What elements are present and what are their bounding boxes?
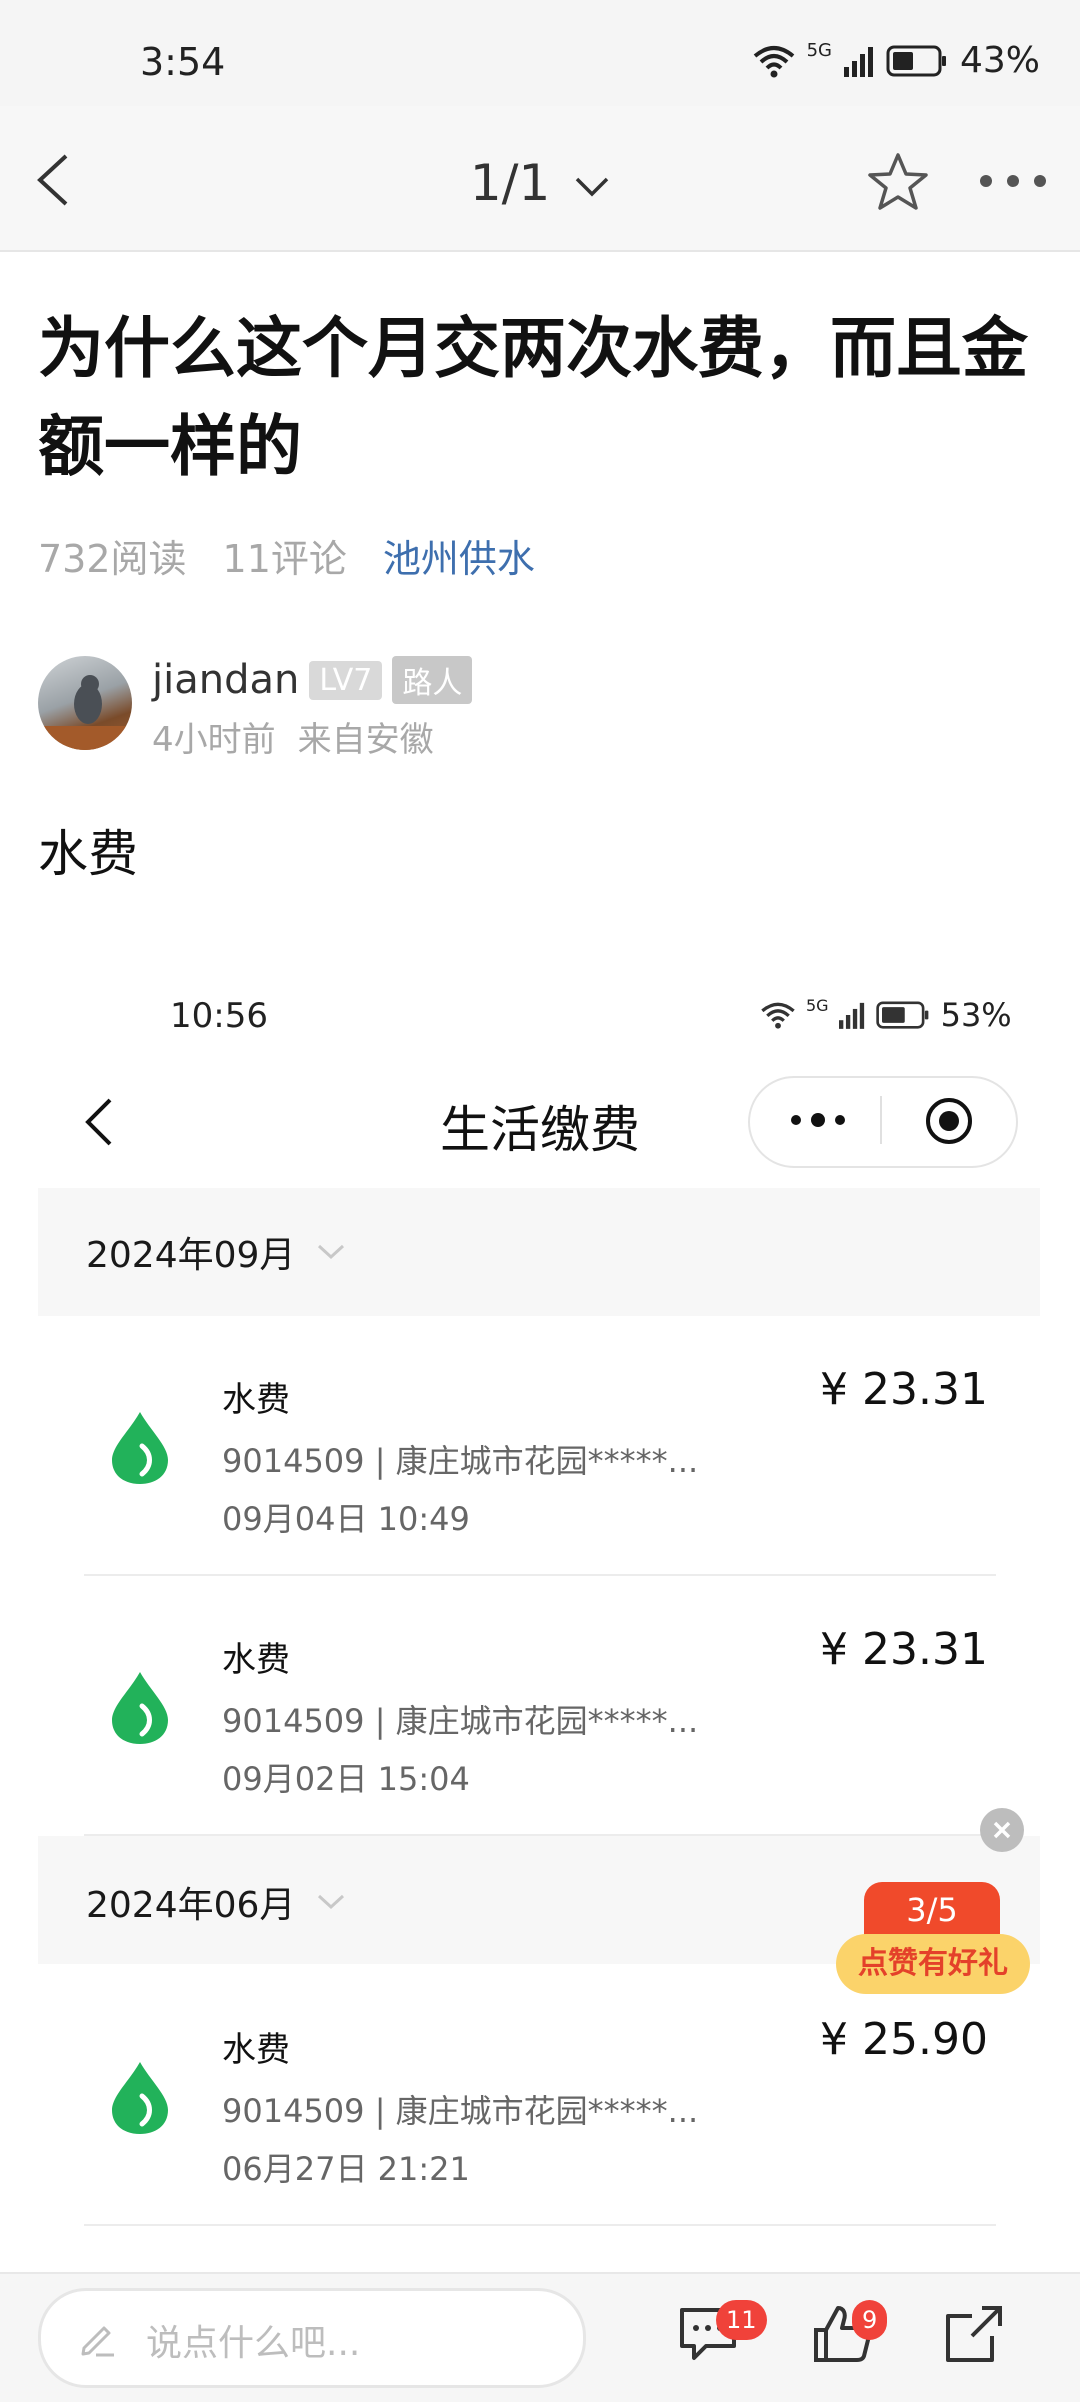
embedded-status-indicators: 5G 53% bbox=[760, 996, 1012, 1034]
status-bar: 3:54 5G 43% bbox=[0, 0, 1080, 106]
water-drop-icon bbox=[112, 2062, 168, 2134]
embedded-battery-percent: 53% bbox=[940, 996, 1012, 1034]
month-label: 2024年09月 bbox=[86, 1226, 345, 1278]
author-name[interactable]: jiandan bbox=[152, 657, 299, 703]
battery-icon bbox=[886, 45, 946, 76]
wifi-icon bbox=[753, 45, 794, 77]
month-label: 2024年06月 bbox=[86, 1876, 345, 1928]
share-icon[interactable] bbox=[942, 2302, 1006, 2366]
level-badge: LV7 bbox=[309, 660, 383, 700]
post-title: 为什么这个月交两次水费，而且金额一样的 bbox=[38, 310, 1028, 485]
author-info: jiandan LV7 路人 bbox=[152, 656, 473, 704]
more-dots-icon bbox=[791, 1113, 845, 1127]
close-icon bbox=[993, 1821, 1011, 1839]
record-date: 09月04日 10:49 bbox=[222, 1500, 470, 1538]
signal-icon bbox=[838, 1002, 864, 1029]
like-count-badge: 9 bbox=[852, 2300, 888, 2340]
pencil-icon bbox=[81, 2326, 114, 2357]
cat-avatar-image bbox=[38, 675, 132, 750]
capsule-divider bbox=[880, 1096, 882, 1144]
record-divider bbox=[84, 1574, 996, 1576]
chevron-down-icon bbox=[318, 1894, 345, 1910]
signal-icon bbox=[843, 46, 873, 77]
comment-placeholder[interactable]: 说点什么吧... bbox=[146, 2314, 360, 2366]
record-detail: 9014509 | 康庄城市花园*****... bbox=[222, 1442, 699, 1480]
comment-count-badge: 11 bbox=[716, 2300, 767, 2340]
water-drop-icon bbox=[112, 1412, 168, 1484]
embedded-network-type: 5G bbox=[806, 996, 829, 1015]
network-type: 5G bbox=[806, 40, 832, 61]
top-nav-bar: 1/1 bbox=[0, 106, 1080, 252]
record-amount: ¥ 23.31 bbox=[820, 1364, 988, 1415]
avatar[interactable] bbox=[38, 656, 132, 750]
record-amount: ¥ 25.90 bbox=[820, 2014, 988, 2065]
close-target-icon bbox=[926, 1098, 972, 1144]
chevron-down-icon bbox=[575, 177, 609, 196]
post-body: 水费 bbox=[38, 825, 138, 883]
read-count: 732阅读 bbox=[38, 537, 187, 581]
author-subline: 4小时前 来自安徽 bbox=[152, 712, 434, 761]
more-options-icon[interactable] bbox=[978, 166, 1048, 196]
record-amount: ¥ 23.31 bbox=[820, 1624, 988, 1675]
promo-progress[interactable]: 3/5 bbox=[864, 1882, 1000, 1938]
record-detail: 9014509 | 康庄城市花园*****... bbox=[222, 1702, 699, 1740]
status-indicators: 5G 43% bbox=[753, 40, 1040, 81]
chevron-down-icon bbox=[318, 1244, 345, 1260]
battery-icon bbox=[875, 1001, 928, 1029]
role-badge: 路人 bbox=[392, 656, 473, 704]
record-name: 水费 bbox=[222, 1380, 290, 1420]
post-time: 4小时前 bbox=[152, 720, 276, 760]
comment-count-text: 11评论 bbox=[222, 537, 347, 581]
promo-close-button[interactable] bbox=[980, 1808, 1024, 1852]
record-name: 水费 bbox=[222, 1640, 290, 1680]
star-favorite-icon[interactable] bbox=[866, 150, 930, 214]
record-date: 09月02日 15:04 bbox=[222, 1760, 470, 1798]
water-drop-icon bbox=[112, 1672, 168, 1744]
record-date: 06月27日 21:21 bbox=[222, 2150, 470, 2188]
post-location: 来自安徽 bbox=[297, 720, 434, 760]
record-name: 水费 bbox=[222, 2030, 290, 2070]
record-divider bbox=[84, 2224, 996, 2226]
promo-like-gift-button[interactable]: 点赞有好礼 bbox=[836, 1934, 1030, 1994]
post-meta: 732阅读 11评论 池州供水 bbox=[38, 528, 535, 583]
record-detail: 9014509 | 康庄城市花园*****... bbox=[222, 2092, 699, 2130]
battery-percent: 43% bbox=[959, 40, 1040, 81]
embedded-status-time: 10:56 bbox=[170, 996, 268, 1036]
topic-link[interactable]: 池州供水 bbox=[383, 528, 535, 583]
wifi-icon bbox=[761, 1002, 795, 1029]
status-time: 3:54 bbox=[140, 40, 226, 84]
